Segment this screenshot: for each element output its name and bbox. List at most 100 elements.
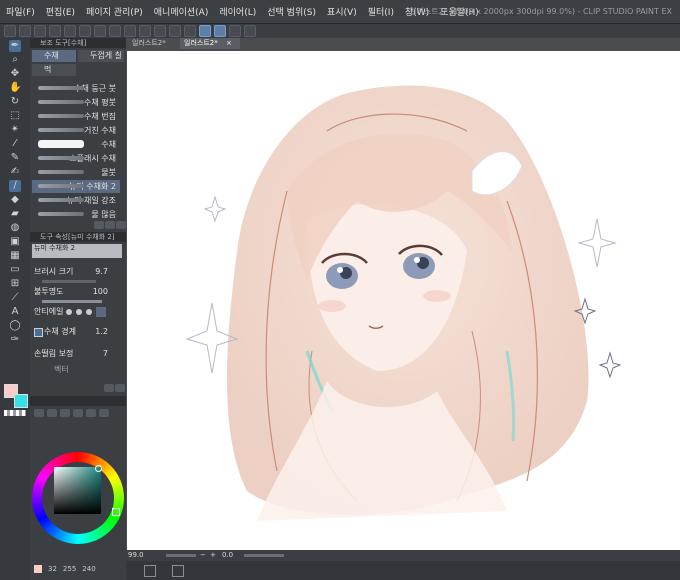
drawing-canvas[interactable] bbox=[127, 51, 680, 550]
antialias-row[interactable]: 안티에일 bbox=[34, 306, 122, 318]
history-color-tab-icon[interactable] bbox=[99, 409, 109, 417]
save-icon[interactable] bbox=[34, 25, 46, 37]
transparent-color-swatch[interactable] bbox=[4, 410, 26, 416]
edge-checkbox[interactable] bbox=[34, 328, 43, 337]
brush-item[interactable]: 물 많음 bbox=[32, 208, 120, 221]
eyedropper-icon[interactable]: ⁄ bbox=[9, 138, 21, 150]
reference-icon[interactable] bbox=[244, 25, 256, 37]
opacity-row[interactable]: 불투명도 100 bbox=[34, 286, 122, 298]
wrench-icon[interactable] bbox=[104, 384, 114, 392]
menu-selection[interactable]: 선택 범위(S) bbox=[267, 5, 316, 18]
antialias-strong-icon[interactable] bbox=[96, 307, 106, 317]
color-set-tab-icon[interactable] bbox=[60, 409, 70, 417]
menu-edit[interactable]: 편집(E) bbox=[46, 5, 75, 18]
color-wheel-tab-icon[interactable] bbox=[34, 409, 44, 417]
antialias-none-icon[interactable] bbox=[66, 309, 72, 315]
undo-icon[interactable] bbox=[64, 25, 76, 37]
brush-item[interactable]: 뉴미 채일 강조 bbox=[32, 194, 120, 207]
gradient-icon[interactable]: ▦ bbox=[9, 250, 21, 262]
correction-value[interactable]: 7 bbox=[103, 348, 108, 360]
settings-icon[interactable] bbox=[94, 221, 104, 229]
canvas-tab-active[interactable]: 일러스트2* × bbox=[180, 38, 240, 49]
angle-value[interactable]: 0.0 bbox=[222, 550, 233, 561]
settings-icon[interactable] bbox=[94, 25, 106, 37]
brush-item[interactable]: 스플래시 수채 bbox=[32, 152, 120, 165]
deselect-icon[interactable] bbox=[154, 25, 166, 37]
menu-icon[interactable] bbox=[115, 384, 125, 392]
pen-icon[interactable]: ✒ bbox=[9, 40, 21, 52]
hand-icon[interactable]: ✋ bbox=[9, 82, 21, 94]
menu-animation[interactable]: 애니메이션(A) bbox=[154, 5, 209, 18]
blend-icon[interactable]: ◍ bbox=[9, 222, 21, 234]
brush-size-slider[interactable] bbox=[42, 280, 96, 283]
move-icon[interactable]: ✥ bbox=[9, 68, 21, 80]
clear-icon[interactable] bbox=[109, 25, 121, 37]
sub-color-swatch[interactable] bbox=[14, 394, 28, 408]
opacity-value[interactable]: 100 bbox=[93, 286, 108, 298]
fill-icon[interactable]: ▣ bbox=[9, 236, 21, 248]
intermediate-color-tab-icon[interactable] bbox=[73, 409, 83, 417]
copy-icon[interactable] bbox=[105, 221, 115, 229]
menu-view[interactable]: 표시(V) bbox=[327, 5, 357, 18]
brush-item[interactable]: 수채 bbox=[32, 138, 120, 151]
group-tab-thick-paint[interactable]: 두껍게 칠 bbox=[78, 50, 124, 62]
main-color-mini[interactable] bbox=[34, 565, 42, 573]
correction-row[interactable]: 손떨림 보정 7 bbox=[34, 348, 122, 360]
open-icon[interactable] bbox=[19, 25, 31, 37]
menu-file[interactable]: 파일(F) bbox=[6, 5, 35, 18]
menu-layer[interactable]: 레이어(L) bbox=[219, 5, 256, 18]
lasso-icon[interactable]: ✴ bbox=[9, 124, 21, 136]
save-as-icon[interactable] bbox=[49, 25, 61, 37]
brush-item[interactable]: 물붓 bbox=[32, 166, 120, 179]
snap-special-ruler-icon[interactable] bbox=[214, 25, 226, 37]
zoom-value[interactable]: 99.0 bbox=[128, 550, 144, 561]
snap-grid-icon[interactable] bbox=[229, 25, 241, 37]
brush-size-value[interactable]: 9.7 bbox=[95, 266, 108, 278]
zoom-in-icon[interactable]: + bbox=[210, 550, 216, 561]
color-marker[interactable] bbox=[95, 465, 102, 472]
group-tab-watercolor[interactable]: 수채 bbox=[32, 50, 76, 62]
eraser-icon[interactable]: ▰ bbox=[9, 208, 21, 220]
frame-icon[interactable]: ⊞ bbox=[9, 278, 21, 290]
invert-icon[interactable] bbox=[169, 25, 181, 37]
approximate-color-tab-icon[interactable] bbox=[86, 409, 96, 417]
edge-value[interactable]: 1.2 bbox=[95, 326, 108, 338]
menu-filter[interactable]: 필터(I) bbox=[368, 5, 394, 18]
rotate-icon[interactable]: ↻ bbox=[9, 96, 21, 108]
text-icon[interactable]: A bbox=[9, 306, 21, 318]
correct-line-icon[interactable]: ✑ bbox=[9, 334, 21, 346]
antialias-weak-icon[interactable] bbox=[76, 309, 82, 315]
zoom-slider[interactable] bbox=[166, 554, 196, 557]
angle-slider[interactable] bbox=[244, 554, 284, 557]
decoration-icon[interactable]: ◆ bbox=[9, 194, 21, 206]
crop-icon[interactable] bbox=[184, 25, 196, 37]
brush-item[interactable]: 거친 수채 bbox=[32, 124, 120, 137]
navigator-icon[interactable] bbox=[172, 565, 184, 577]
snap-ruler-icon[interactable] bbox=[199, 25, 211, 37]
zoom-icon[interactable]: ⌕ bbox=[9, 54, 21, 66]
transform-icon[interactable] bbox=[139, 25, 151, 37]
brush-size-row[interactable]: 브러시 크기 9.7 bbox=[34, 266, 122, 278]
select-icon[interactable]: ⬚ bbox=[9, 110, 21, 122]
saturation-value-box[interactable] bbox=[54, 467, 101, 514]
brush-item[interactable]: 수채 둥근 붓 bbox=[32, 82, 120, 95]
trash-icon[interactable] bbox=[116, 221, 126, 229]
new-icon[interactable] bbox=[4, 25, 16, 37]
zoom-out-icon[interactable]: − bbox=[200, 550, 206, 561]
edge-row[interactable]: 수채 경계 1.2 bbox=[34, 326, 122, 338]
pencil-icon[interactable]: ✎ bbox=[9, 152, 21, 164]
layer-panel-icon[interactable] bbox=[144, 565, 156, 577]
close-icon[interactable]: × bbox=[226, 39, 232, 47]
color-slider-tab-icon[interactable] bbox=[47, 409, 57, 417]
redo-icon[interactable] bbox=[79, 25, 91, 37]
group-tab-ink[interactable]: 먹 bbox=[32, 64, 76, 76]
brush-icon[interactable]: ✍ bbox=[9, 166, 21, 178]
antialias-mid-icon[interactable] bbox=[86, 309, 92, 315]
hue-marker[interactable] bbox=[112, 508, 120, 516]
brush-item[interactable]: 수채 번짐 bbox=[32, 110, 120, 123]
opacity-slider[interactable] bbox=[42, 300, 102, 303]
balloon-icon[interactable]: ◯ bbox=[9, 320, 21, 332]
airbrush-icon[interactable]: ∕ bbox=[9, 180, 21, 192]
canvas-tab[interactable]: 일러스트2* bbox=[128, 38, 174, 49]
figure-icon[interactable]: ▭ bbox=[9, 264, 21, 276]
